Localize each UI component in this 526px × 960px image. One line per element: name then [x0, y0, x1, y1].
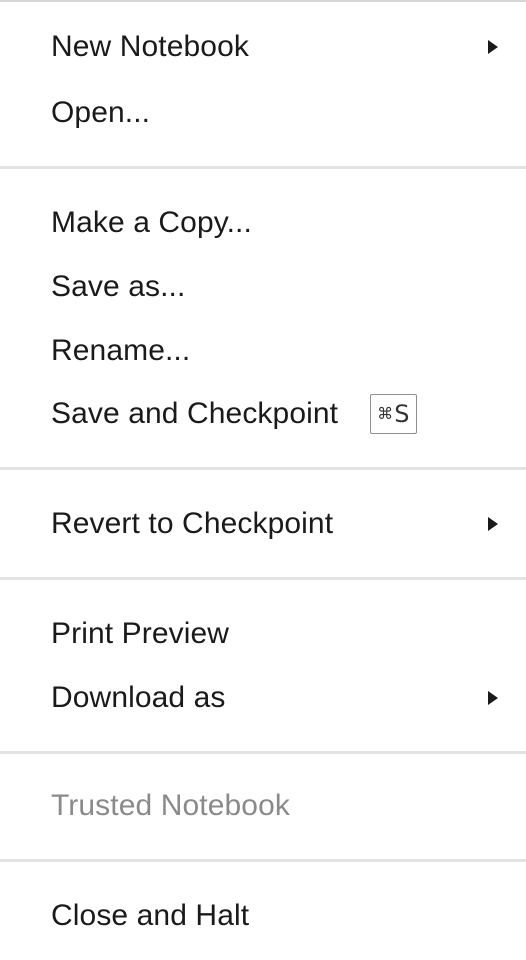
menu-item-save-as[interactable]: Save as... [0, 259, 526, 315]
menu-divider [0, 166, 526, 169]
menu-item-label: Download as [51, 681, 226, 714]
menu-item-close-and-halt[interactable]: Close and Halt [0, 888, 526, 944]
keyboard-shortcut: ⌘ S [370, 394, 417, 434]
command-key-icon: ⌘ [377, 403, 394, 423]
menu-item-label: Make a Copy... [51, 206, 252, 239]
menu-divider [0, 577, 526, 580]
menu-item-trusted-notebook: Trusted Notebook [0, 778, 526, 834]
menu-item-open[interactable]: Open... [0, 85, 526, 141]
menu-item-label: Print Preview [51, 617, 230, 650]
menu-item-label: Trusted Notebook [51, 789, 290, 822]
menu-item-make-a-copy[interactable]: Make a Copy... [0, 195, 526, 251]
menu-item-label: Save as... [51, 270, 186, 303]
menu-item-rename[interactable]: Rename... [0, 323, 526, 379]
menu-item-label: Revert to Checkpoint [51, 507, 334, 540]
menu-item-save-and-checkpoint[interactable]: Save and Checkpoint ⌘ S [0, 386, 526, 442]
file-menu-dropdown: New Notebook Open... Make a Copy... Save… [0, 0, 526, 960]
menu-item-download-as[interactable]: Download as [0, 670, 526, 726]
caret-right-icon [487, 690, 499, 706]
menu-item-label: Rename... [51, 334, 191, 367]
caret-right-icon [487, 516, 499, 532]
menu-divider [0, 467, 526, 470]
menu-divider [0, 859, 526, 862]
menu-item-revert-to-checkpoint[interactable]: Revert to Checkpoint [0, 496, 526, 552]
menu-item-label: Close and Halt [51, 899, 250, 932]
menu-item-print-preview[interactable]: Print Preview [0, 606, 526, 662]
menu-divider [0, 751, 526, 754]
menu-item-label: Save and Checkpoint [51, 397, 339, 430]
menu-item-new-notebook[interactable]: New Notebook [0, 19, 526, 75]
menu-item-label: New Notebook [51, 30, 249, 63]
shortcut-key: S [394, 400, 410, 428]
menu-item-label: Open... [51, 96, 151, 129]
caret-right-icon [487, 39, 499, 55]
